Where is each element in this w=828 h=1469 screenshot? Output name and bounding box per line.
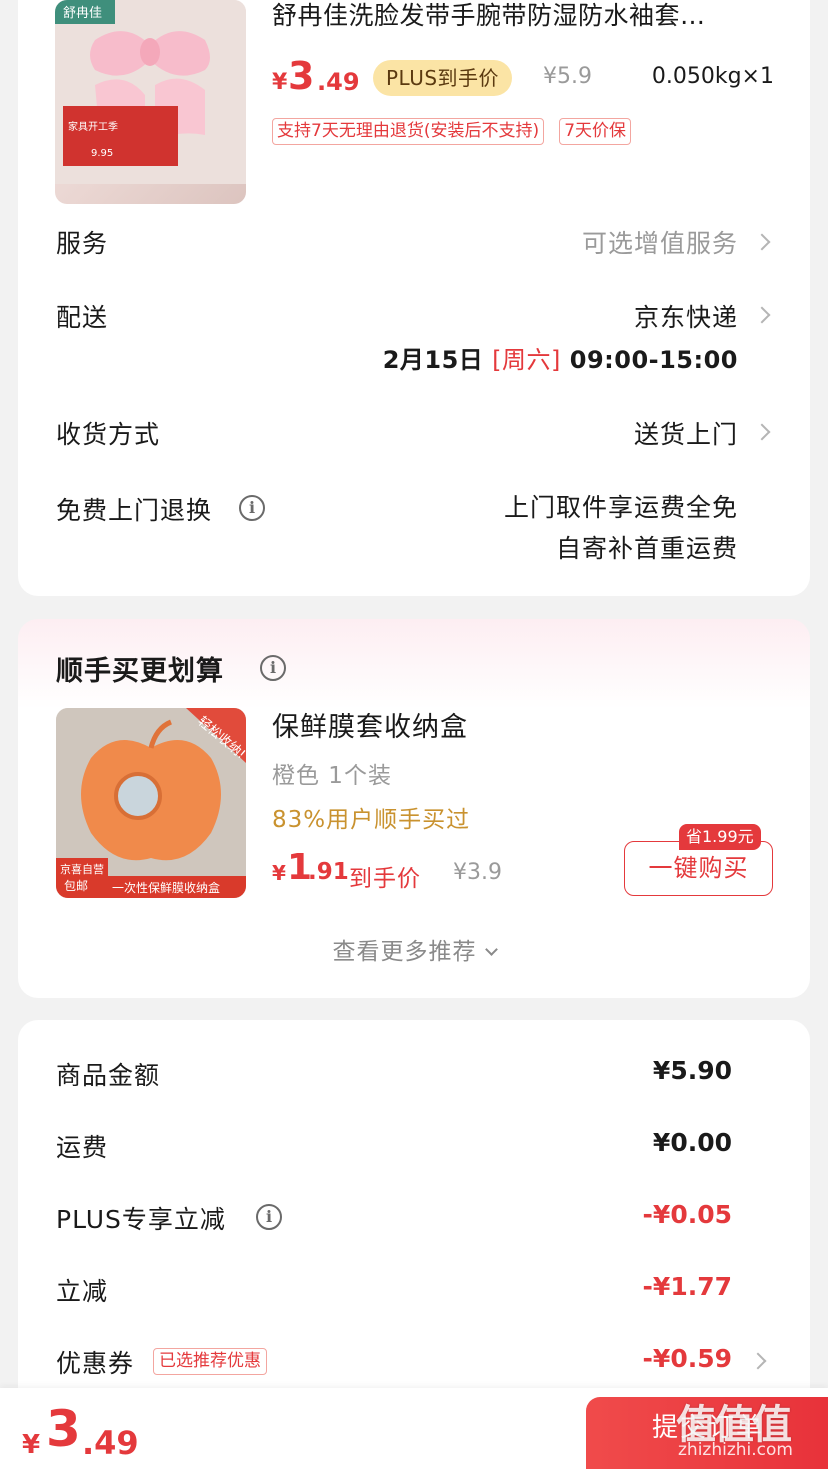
recommend-title: 顺手买更划算 [56,656,224,687]
info-icon[interactable]: i [260,655,286,681]
amount-label: 优惠券 [56,1349,135,1378]
storage-box-image: 轻松收纳! 京喜自营 包邮 一次性保鲜膜收纳盒 [56,708,246,898]
price-symbol: ¥ [272,70,288,95]
save-amount-badge: 省1.99元 [679,824,761,850]
service-value: 可选增值服务 [581,229,738,258]
delivery-label: 配送 [56,303,109,332]
receive-label: 收货方式 [56,420,161,449]
total-decimal: .49 [82,1424,139,1462]
recommend-bought-rate: 83%用户顺手买过 [272,807,471,833]
thumb-badge: 京喜自营 [60,862,104,876]
chevron-right-icon [753,306,771,324]
price-protect-tag: 7天价保 [559,118,632,145]
recommend-price-symbol: ¥ [272,861,286,885]
free-return-line2: 自寄补首重运费 [555,534,738,563]
service-tags: 支持7天无理由退货(安装后不支持) 7天价保 [272,118,641,146]
return-policy-tag: 支持7天无理由退货(安装后不支持) [272,118,545,145]
info-icon[interactable]: i [239,495,265,521]
delivery-time: 2月15日 [周六] 09:00-15:00 [383,340,738,375]
thumb-price: 9.95 [91,148,113,159]
recommend-price-decimal: .91 [308,859,349,885]
chevron-right-icon [753,233,771,251]
more-recommend-label: 查看更多推荐 [332,939,477,965]
recommend-price: ¥ 1 .91 到手价 ¥3.9 [272,847,592,893]
total-symbol: ¥ [22,1430,41,1460]
service-label: 服务 [56,229,109,258]
product-thumbnail[interactable]: 舒冉佳 家具开工季 9.95 [55,0,246,204]
product-title[interactable]: 舒冉佳洗脸发带手腕带防湿防水袖套… [272,0,772,32]
amount-value: -¥0.05 [642,1200,732,1229]
thumb-brand: 舒冉佳 [63,6,102,21]
amount-label: 立减 [56,1277,109,1306]
thumb-badge-text: 家具开工季 [68,120,118,133]
recommend-original-price: ¥3.9 [453,860,502,885]
amount-label: PLUS专享立减 [56,1205,226,1234]
weight-quantity: 0.050kg×1 [651,64,774,89]
recommend-product-thumbnail[interactable]: 轻松收纳! 京喜自营 包邮 一次性保鲜膜收纳盒 [56,708,246,898]
amount-value: -¥0.59 [642,1344,732,1373]
recommend-card: 顺手买更划算 i 轻松收纳! 京喜自营 包邮 一次性保鲜膜收纳盒 保鲜膜套收纳盒… [18,619,810,998]
amount-value: ¥0.00 [652,1128,732,1157]
price-row: ¥ 3 .49 PLUS到手价 ¥5.9 0.050kg×1 [272,54,792,104]
chevron-down-icon [484,943,498,956]
submit-order-button[interactable]: 提交订单 [586,1397,828,1469]
amount-label: 运费 [56,1133,109,1162]
headband-image: 舒冉佳 家具开工季 9.95 [55,0,246,184]
more-recommend-link[interactable]: 查看更多推荐 [18,932,810,966]
thumb-caption: 一次性保鲜膜收纳盒 [112,880,220,895]
info-icon[interactable]: i [256,1204,282,1230]
order-card: 舒冉佳 家具开工季 9.95 舒冉佳洗脸发带手腕带防湿防水袖套… ¥ 3 .49… [18,0,810,596]
plus-price-tag: PLUS到手价 [373,60,513,96]
amount-value: ¥5.90 [652,1056,732,1085]
total-price: ¥ 3 .49 [22,1400,222,1464]
chevron-right-icon [753,423,771,441]
free-return-line1: 上门取件享运费全免 [503,493,738,522]
recommend-product-spec: 橙色 1个装 [272,763,392,789]
original-price: ¥5.9 [543,64,592,89]
recommend-price-label: 到手价 [349,866,421,892]
coupon-selected-tag: 已选推荐优惠 [153,1348,267,1375]
delivery-weekday: [周六] [492,346,561,374]
price-decimal: .49 [317,68,360,96]
thumb-badge2: 包邮 [64,879,88,893]
delivery-hours: 09:00-15:00 [569,346,738,374]
amount-value: -¥1.77 [642,1272,732,1301]
amount-label: 商品金额 [56,1061,161,1090]
recommend-product-name[interactable]: 保鲜膜套收纳盒 [272,705,468,744]
total-integer: 3 [46,1400,81,1458]
receive-value: 送货上门 [633,420,738,449]
free-return-label: 免费上门退换 [56,496,213,525]
chevron-right-icon [749,1352,767,1370]
price-integer: 3 [288,54,315,98]
checkout-bar: ¥ 3 .49 提交订单 [0,1388,828,1469]
delivery-value: 京东快递 [633,303,738,332]
delivery-date: 2月15日 [382,346,484,374]
